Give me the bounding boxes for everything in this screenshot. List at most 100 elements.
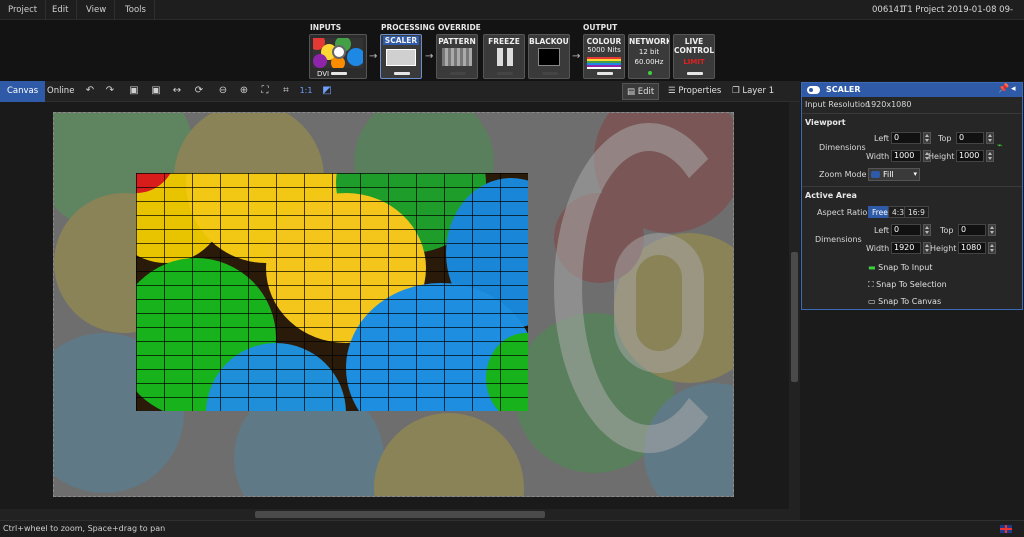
horizontal-scroll-thumb[interactable] <box>255 511 545 518</box>
tab-online[interactable]: Online <box>40 81 81 102</box>
uk-flag-icon[interactable] <box>1000 525 1012 533</box>
canvas-vertical-scrollbar[interactable] <box>789 102 800 509</box>
network-tile[interactable]: NETWORK 12 bit 60.00Hz <box>628 34 670 79</box>
edit-mode-button[interactable]: ▤ Edit <box>622 83 660 100</box>
zoom-out-icon[interactable]: ⊖ <box>216 84 230 98</box>
scaler-tile[interactable]: SCALER <box>380 34 422 79</box>
menu-edit[interactable]: Edit <box>44 0 78 20</box>
tab-canvas[interactable]: Canvas <box>0 81 46 102</box>
viewport-height-spinner[interactable] <box>986 150 994 162</box>
layer-icon: ❐ <box>732 86 740 96</box>
pin-icon[interactable]: 📌 <box>998 84 1009 94</box>
add-layer-alt-icon[interactable]: ▣ <box>149 84 163 98</box>
active-top-input[interactable]: 0 <box>958 224 986 236</box>
scaler-enable-toggle[interactable] <box>807 86 820 94</box>
canvas-area[interactable] <box>0 102 800 520</box>
colour-tile[interactable]: COLOUR 5000 Nits <box>583 34 625 79</box>
snap-to-input-label: Snap To Input <box>878 263 933 272</box>
viewport-top-spinner[interactable] <box>986 132 994 144</box>
aspect-ratio-16-9-button[interactable]: 16:9 <box>904 206 929 218</box>
canvas-frame[interactable] <box>53 112 734 497</box>
pause-icon <box>496 48 514 66</box>
pattern-status-led <box>450 72 466 75</box>
one-to-one-icon[interactable]: 1:1 <box>299 84 313 98</box>
viewport-height-label: Height <box>928 152 955 161</box>
freeze-tile-title: FREEZE <box>488 37 520 46</box>
arrow-icon: → <box>425 51 434 62</box>
blackout-tile[interactable]: BLACKOUT <box>528 34 570 79</box>
stage-inputs-label: INPUTS <box>310 23 342 32</box>
redo-icon[interactable]: ↷ <box>103 84 117 98</box>
stage-override-label: OVERRIDE <box>438 23 481 32</box>
fit-horizontal-icon[interactable]: ↔ <box>170 84 184 98</box>
serial-number: 006141 <box>872 5 905 15</box>
snap-to-input-button[interactable]: ▬ Snap To Input <box>868 263 932 272</box>
viewport-left-spinner[interactable] <box>923 132 931 144</box>
canvas-horizontal-scrollbar[interactable] <box>0 509 800 520</box>
live-control-title-1: LIVE <box>684 37 704 46</box>
snap-to-canvas-button[interactable]: ▭ Snap To Canvas <box>868 297 941 306</box>
colour-nits-value: 5000 Nits <box>587 46 621 54</box>
viewport-dimensions-label: Dimensions <box>819 143 866 152</box>
properties-label: Properties <box>678 86 722 96</box>
properties-icon: ☰ <box>668 86 676 96</box>
active-height-label: Height <box>930 244 957 253</box>
blackout-tile-title: BLACKOUT <box>529 37 569 46</box>
freeze-status-led <box>497 72 513 75</box>
collapse-icon[interactable]: ◂ <box>1011 84 1016 94</box>
viewport-height-input[interactable]: 1000 <box>956 150 984 162</box>
snap-to-canvas-label: Snap To Canvas <box>878 297 942 306</box>
active-top-spinner[interactable] <box>988 224 996 236</box>
pattern-tile[interactable]: PATTERN <box>436 34 478 79</box>
snap-frame-icon[interactable]: ◩ <box>320 84 334 98</box>
active-width-label: Width <box>866 244 890 253</box>
input-dvi-tile[interactable]: DVI <box>309 34 367 79</box>
layer-button[interactable]: ❐ Layer 1 <box>728 83 778 100</box>
link-dimensions-icon[interactable]: ⌁ <box>997 141 1002 151</box>
active-height-spinner[interactable] <box>988 242 996 254</box>
vertical-scroll-thumb[interactable] <box>791 252 798 382</box>
viewport-top-label: Top <box>938 134 952 143</box>
watermark-logo-inner <box>614 233 704 373</box>
freeze-tile[interactable]: FREEZE <box>483 34 525 79</box>
colour-tile-title: COLOUR <box>586 37 622 46</box>
network-refresh-rate: 60.00Hz <box>634 58 664 66</box>
active-left-input[interactable]: 0 <box>891 224 921 236</box>
menu-view[interactable]: View <box>78 0 116 20</box>
processing-pipeline: INPUTS PROCESSING OVERRIDE OUTPUT DVI → … <box>0 20 1024 81</box>
snap-to-selection-button[interactable]: ⛶ Snap To Selection <box>868 280 947 290</box>
network-status-dot <box>648 71 652 75</box>
input-status-led <box>331 72 347 75</box>
viewport-top-input[interactable]: 0 <box>956 132 984 144</box>
rotate-icon[interactable]: ⟳ <box>192 84 206 98</box>
active-height-input[interactable]: 1080 <box>958 242 986 254</box>
live-limit-indicator: LIMIT <box>683 58 705 66</box>
snap-selection-icon: ⛶ <box>868 280 874 289</box>
zoom-mode-value: Fill <box>883 170 894 179</box>
project-title: T1 Project 2019-01-08 09-33-51.fbb <box>902 5 1014 35</box>
scaler-viewport[interactable] <box>136 173 528 411</box>
colour-bars-icon <box>587 57 621 69</box>
zoom-in-icon[interactable]: ⊕ <box>237 84 251 98</box>
undo-icon[interactable]: ↶ <box>83 84 97 98</box>
zoom-mode-select[interactable]: Fill ▾ <box>868 168 920 181</box>
menu-tools[interactable]: Tools <box>117 0 155 20</box>
menu-project[interactable]: Project <box>0 0 47 20</box>
active-left-spinner[interactable] <box>923 224 931 236</box>
live-control-tile[interactable]: LIVE CONTROL LIMIT <box>673 34 715 79</box>
active-left-label: Left <box>874 226 890 235</box>
fit-selection-icon[interactable]: ⌗ <box>279 84 293 98</box>
live-control-title-2: CONTROL <box>674 46 714 55</box>
active-dimensions-label: Dimensions <box>815 235 862 244</box>
viewport-left-input[interactable]: 0 <box>891 132 921 144</box>
active-width-input[interactable]: 1920 <box>891 242 921 254</box>
pattern-tile-title: PATTERN <box>438 37 476 46</box>
layer-label: Layer 1 <box>742 86 775 96</box>
fit-to-window-icon[interactable]: ⛶ <box>258 84 272 98</box>
properties-button[interactable]: ☰ Properties <box>664 83 725 100</box>
add-layer-icon[interactable]: ▣ <box>127 84 141 98</box>
edit-icon: ▤ <box>627 87 636 97</box>
panel-title: SCALER <box>826 85 861 94</box>
viewport-width-input[interactable]: 1000 <box>891 150 921 162</box>
colour-status-led <box>597 72 613 75</box>
